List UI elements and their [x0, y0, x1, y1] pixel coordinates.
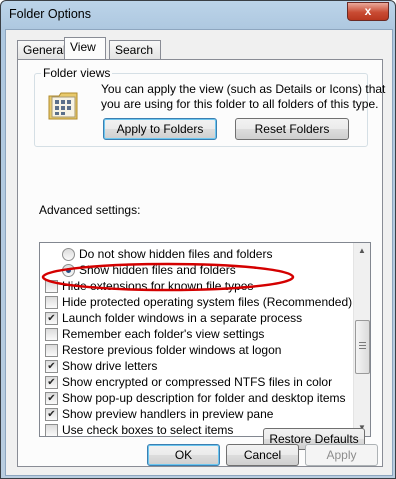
tab-view-label: View [70, 40, 96, 54]
advanced-settings-label: Advanced settings: [39, 203, 141, 217]
checkbox[interactable] [45, 344, 58, 357]
folder-options-window: Folder Options x General View Search Fol… [0, 0, 396, 479]
ok-button[interactable]: OK [147, 444, 220, 466]
settings-item-label: Do not show hidden files and folders [79, 247, 273, 261]
tab-general-label: General [23, 43, 66, 57]
settings-item-label: Show pop-up description for folder and d… [62, 391, 346, 405]
tab-search[interactable]: Search [109, 40, 161, 59]
checkbox[interactable]: ✔ [45, 376, 58, 389]
close-icon: x [364, 4, 372, 18]
settings-item-label: Show encrypted or compressed NTFS files … [62, 375, 333, 389]
settings-item-label: Hide extensions for known file types [62, 279, 254, 293]
folder-views-description: You can apply the view (such as Details … [101, 82, 385, 112]
tab-general[interactable]: General [17, 40, 71, 59]
scroll-up-icon[interactable]: ▲ [354, 243, 370, 259]
advanced-settings-scrollbar[interactable]: ▲ ▼ [353, 243, 370, 436]
window-title: Folder Options [9, 7, 91, 21]
radio-button[interactable] [62, 248, 75, 261]
checkbox[interactable] [45, 328, 58, 341]
checkbox[interactable]: ✔ [45, 392, 58, 405]
folder-views-description-line1: You can apply the view (such as Details … [101, 82, 386, 96]
cancel-button[interactable]: Cancel [226, 444, 299, 466]
close-button[interactable]: x [347, 2, 389, 21]
radio-button[interactable] [62, 264, 75, 277]
checkbox[interactable]: ✔ [45, 312, 58, 325]
view-tab-panel: Folder views You can apply the view (suc… [17, 59, 385, 467]
checkbox[interactable]: ✔ [45, 360, 58, 373]
scroll-thumb[interactable] [355, 320, 370, 374]
tab-search-label: Search [115, 43, 154, 57]
checkbox[interactable] [45, 424, 58, 436]
folder-views-description-line2: you are using for this folder to all fol… [101, 97, 379, 111]
folder-views-group: Folder views You can apply the view (suc… [34, 66, 385, 147]
folder-grid-icon [48, 92, 78, 120]
settings-item-label: Remember each folder's view settings [62, 327, 265, 341]
settings-item-label: Show drive letters [62, 359, 158, 373]
settings-item-label: Launch folder windows in a separate proc… [62, 311, 303, 325]
folder-views-label: Folder views [41, 66, 113, 80]
checkbox[interactable] [45, 280, 58, 293]
settings-item-label: Show hidden files and folders [79, 263, 236, 277]
dialog-client-area: General View Search Folder views You can… [5, 29, 393, 476]
reset-folders-button[interactable]: Reset Folders [235, 118, 349, 140]
tab-view[interactable]: View [64, 37, 106, 59]
apply-to-folders-button[interactable]: Apply to Folders [103, 118, 217, 140]
checkbox[interactable]: ✔ [45, 408, 58, 421]
apply-button[interactable]: Apply [305, 444, 378, 466]
settings-item-label: Hide protected operating system files (R… [62, 295, 353, 309]
advanced-settings-list[interactable]: ▲ ▼ Do not show hidden files and folders… [39, 242, 371, 437]
settings-item-label: Use check boxes to select items [62, 423, 234, 437]
checkbox[interactable] [45, 296, 58, 309]
settings-item-label: Restore previous folder windows at logon [62, 343, 282, 357]
settings-item-label: Show preview handlers in preview pane [62, 407, 274, 421]
